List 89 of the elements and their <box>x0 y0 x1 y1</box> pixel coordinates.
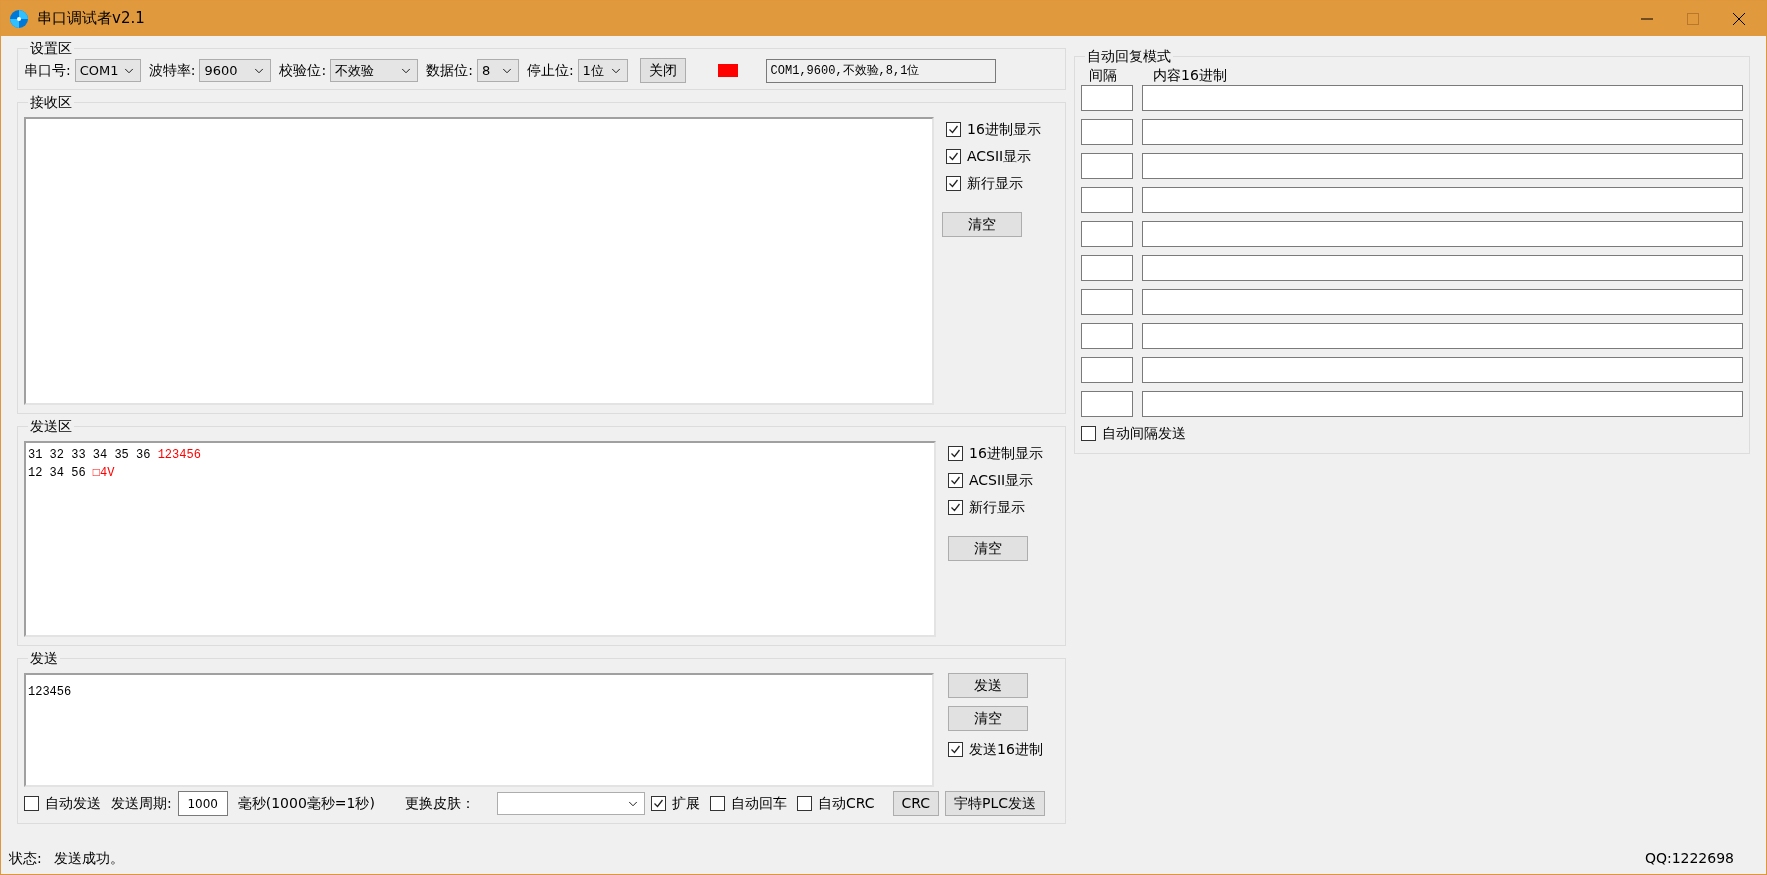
field-label: 更换皮肤： <box>404 794 475 813</box>
column-header: 内容16进制 <box>1153 67 1227 83</box>
group-title: 自动回复模式 <box>1086 47 1172 66</box>
group-title: 发送 <box>29 649 59 668</box>
app-icon <box>9 8 29 29</box>
checkbox[interactable] <box>946 176 961 191</box>
checkbox-label: 自动发送 <box>45 794 101 813</box>
summary-field: COM1,9600,不效验,8,1位 <box>765 58 996 83</box>
content-input[interactable] <box>1142 357 1743 383</box>
interval-input[interactable] <box>1081 391 1133 417</box>
close-icon <box>1733 12 1745 25</box>
dropdown[interactable]: COM1 <box>74 59 141 82</box>
interval-input[interactable] <box>1081 289 1133 315</box>
interval-input[interactable] <box>1081 85 1133 111</box>
dropdown[interactable]: 不效验 <box>330 59 419 82</box>
hex-text: □4V <box>92 465 115 482</box>
column-header: 间隔 <box>1089 67 1118 83</box>
content-input[interactable] <box>1142 153 1743 179</box>
checkbox[interactable] <box>1081 426 1096 441</box>
maximize-icon <box>1687 12 1699 25</box>
interval-input[interactable] <box>1081 153 1133 179</box>
interval-input[interactable] <box>1081 323 1133 349</box>
qq-number: QQ:1222698 <box>1644 848 1734 868</box>
dropdown[interactable]: 8 <box>476 59 519 82</box>
field-label: 停止位: <box>526 61 574 80</box>
field-label: 校验位: <box>279 61 327 80</box>
checkbox-label: ACSII显示 <box>967 147 1032 166</box>
group-title: 设置区 <box>29 39 73 58</box>
checkbox-label: 自动CRC <box>817 794 875 813</box>
checkbox[interactable] <box>796 796 812 811</box>
window-title: 串口调试者v2.1 <box>37 8 145 30</box>
checkbox[interactable] <box>709 796 725 811</box>
checkbox[interactable] <box>24 796 39 811</box>
content-input[interactable] <box>1142 221 1743 247</box>
send-text-area[interactable]: 31 32 33 34 35 36 123456 12 34 56 □4V <box>24 441 936 637</box>
checkbox-label: 16进制显示 <box>969 444 1043 463</box>
dropdown[interactable] <box>496 792 645 815</box>
hex-text: 123456 <box>157 447 201 464</box>
send-input-area[interactable]: 123456 <box>24 673 934 787</box>
interval-input[interactable] <box>1081 119 1133 145</box>
checkbox[interactable] <box>946 122 961 137</box>
period-input[interactable]: 1000 <box>177 791 228 816</box>
content-input[interactable] <box>1142 119 1743 145</box>
checkbox-label: 发送16进制 <box>969 740 1043 759</box>
checkbox-label: 新行显示 <box>967 174 1023 193</box>
checkbox-label: 自动回车 <box>730 794 787 813</box>
content-input[interactable] <box>1142 391 1743 417</box>
content-input[interactable] <box>1142 289 1743 315</box>
interval-input[interactable] <box>1081 357 1133 383</box>
checkbox[interactable] <box>948 500 963 515</box>
field-label: 串口号: <box>24 61 71 80</box>
button[interactable]: 清空 <box>948 536 1028 561</box>
content-input[interactable] <box>1142 255 1743 281</box>
button[interactable]: 关闭 <box>639 58 686 83</box>
interval-input[interactable] <box>1081 221 1133 247</box>
hex-text: 31 32 33 34 35 36 <box>28 447 152 464</box>
field-label: 毫秒(1000毫秒=1秒) <box>237 794 375 813</box>
dropdown[interactable]: 9600 <box>199 59 272 82</box>
button[interactable]: 发送 <box>948 673 1028 698</box>
button[interactable]: CRC <box>892 791 940 816</box>
checkbox[interactable] <box>948 473 963 488</box>
checkbox-label: ACSII显示 <box>969 471 1034 490</box>
checkbox[interactable] <box>946 149 961 164</box>
checkbox[interactable] <box>650 796 666 811</box>
group-title: 发送区 <box>29 417 73 436</box>
dropdown[interactable]: 1位 <box>577 59 628 82</box>
send-text: 123456 <box>28 685 72 699</box>
interval-input[interactable] <box>1081 255 1133 281</box>
field-label: 发送周期: <box>111 794 172 813</box>
hex-text: 12 34 56 <box>28 465 87 482</box>
button[interactable]: 宇特PLC发送 <box>945 791 1046 816</box>
button[interactable]: 清空 <box>948 706 1028 731</box>
content-input[interactable] <box>1142 323 1743 349</box>
content-input[interactable] <box>1142 85 1743 111</box>
group-title: 接收区 <box>29 93 73 112</box>
button[interactable]: 清空 <box>942 212 1022 237</box>
content-input[interactable] <box>1142 187 1743 213</box>
checkbox-label: 自动间隔发送 <box>1102 424 1186 443</box>
field-label: 波特率: <box>148 61 196 80</box>
status-label: 状态: <box>9 848 42 868</box>
checkbox[interactable] <box>948 446 963 461</box>
checkbox-label: 16进制显示 <box>967 120 1041 139</box>
field-label: 数据位: <box>426 61 473 80</box>
checkbox-label: 扩展 <box>671 794 700 813</box>
status-message: 发送成功。 <box>53 848 124 868</box>
checkbox[interactable] <box>948 742 963 757</box>
interval-input[interactable] <box>1081 187 1133 213</box>
minimize-icon <box>1641 17 1653 20</box>
checkbox-label: 新行显示 <box>969 498 1025 517</box>
